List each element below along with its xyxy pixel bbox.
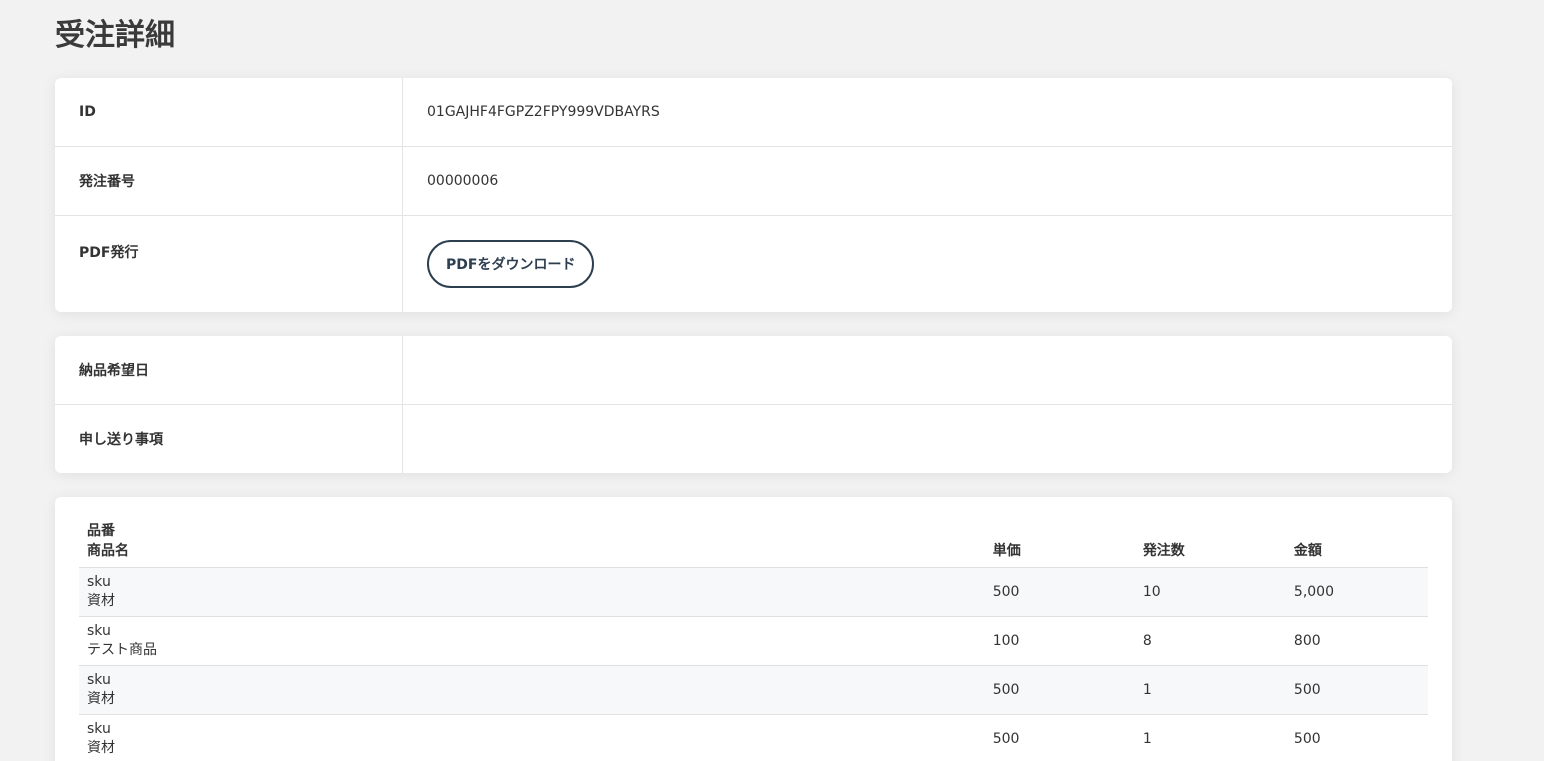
desired-delivery-date-value [403, 336, 1452, 404]
pdf-issue-label: PDF発行 [55, 216, 403, 312]
desired-delivery-date-label: 納品希望日 [55, 336, 403, 404]
header-quantity: 発注数 [1134, 521, 1286, 568]
amount-cell: 500 [1285, 665, 1428, 715]
product-cell: sku 資材 [79, 665, 985, 715]
table-row: sku 資材 500 1 500 [79, 714, 1428, 761]
order-number-value: 00000006 [427, 173, 499, 189]
table-row: sku 資材 500 1 500 [79, 665, 1428, 715]
id-value: 01GAJHF4FGPZ2FPY999VDBAYRS [427, 104, 660, 120]
order-items-table: 品番 商品名 単価 発注数 金額 sku 資材 500 10 5,000 sku… [79, 521, 1428, 761]
page-title: 受注詳細 [55, 18, 175, 53]
amount-cell: 5,000 [1285, 567, 1428, 617]
table-header-row: 品番 商品名 単価 発注数 金額 [79, 521, 1428, 568]
header-product-name: 商品名 [87, 543, 129, 559]
unit-price-cell: 500 [984, 665, 1135, 715]
quantity-cell: 1 [1134, 665, 1286, 715]
header-amount: 金額 [1285, 521, 1428, 568]
field-row-order-number: 発注番号 00000006 [55, 147, 1452, 216]
quantity-cell: 1 [1134, 714, 1286, 761]
product-cell: sku テスト商品 [79, 616, 985, 666]
quantity-cell: 10 [1134, 567, 1286, 617]
field-row-notes: 申し送り事項 [55, 405, 1452, 473]
field-row-id: ID 01GAJHF4FGPZ2FPY999VDBAYRS [55, 78, 1452, 147]
handover-notes-value [403, 405, 1452, 473]
product-name: 資材 [87, 593, 115, 609]
order-summary-card: ID 01GAJHF4FGPZ2FPY999VDBAYRS 発注番号 00000… [55, 78, 1452, 312]
pdf-issue-value: PDFをダウンロード [403, 216, 1452, 312]
quantity-cell: 8 [1134, 616, 1286, 666]
unit-price-cell: 100 [984, 616, 1135, 666]
header-product-code: 品番 [87, 523, 115, 539]
field-row-pdf: PDF発行 PDFをダウンロード [55, 216, 1452, 312]
table-row: sku テスト商品 100 8 800 [79, 616, 1428, 666]
product-code: sku [87, 574, 111, 590]
product-name: 資材 [87, 691, 115, 707]
id-label: ID [55, 78, 403, 146]
unit-price-cell: 500 [984, 714, 1135, 761]
header-unit-price: 単価 [984, 521, 1135, 568]
product-code: sku [87, 721, 111, 737]
amount-cell: 500 [1285, 714, 1428, 761]
delivery-info-card: 納品希望日 申し送り事項 [55, 336, 1452, 473]
product-cell: sku 資材 [79, 567, 985, 617]
field-row-desired-date: 納品希望日 [55, 336, 1452, 405]
handover-notes-label: 申し送り事項 [55, 405, 403, 473]
pdf-download-button[interactable]: PDFをダウンロード [427, 240, 595, 288]
order-items-card: 品番 商品名 単価 発注数 金額 sku 資材 500 10 5,000 sku… [55, 497, 1452, 761]
amount-cell: 800 [1285, 616, 1428, 666]
table-row: sku 資材 500 10 5,000 [79, 567, 1428, 617]
header-product: 品番 商品名 [79, 521, 985, 568]
order-number-label: 発注番号 [55, 147, 403, 215]
product-code: sku [87, 623, 111, 639]
order-detail-page: 受注詳細 ID 01GAJHF4FGPZ2FPY999VDBAYRS 発注番号 … [0, 0, 1544, 761]
product-code: sku [87, 672, 111, 688]
product-name: 資材 [87, 740, 115, 756]
unit-price-cell: 500 [984, 567, 1135, 617]
product-name: テスト商品 [87, 642, 157, 658]
product-cell: sku 資材 [79, 714, 985, 761]
